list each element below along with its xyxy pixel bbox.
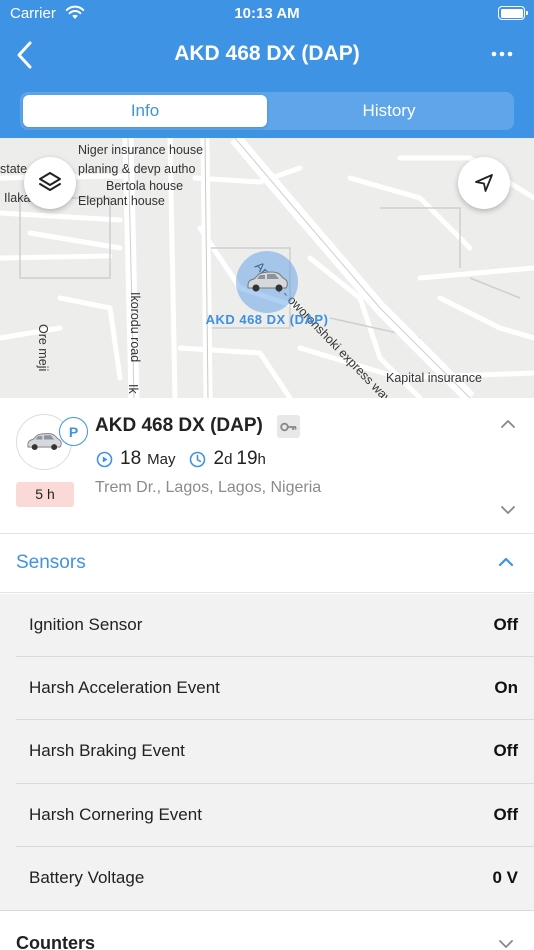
sensor-value: Off <box>493 804 518 824</box>
counters-title: Counters <box>16 933 96 950</box>
sensor-row: Ignition Sensor Off <box>16 594 534 658</box>
chevron-down-icon[interactable] <box>498 939 514 949</box>
navigation-arrow-icon <box>475 174 493 192</box>
tab-info[interactable]: Info <box>23 95 267 127</box>
sensor-name: Harsh Braking Event <box>29 741 185 761</box>
map-road-label: Ikorodu road <box>128 292 142 363</box>
car-icon <box>27 433 62 451</box>
more-horizontal-icon <box>491 51 513 57</box>
vehicle-address: Trem Dr., Lagos, Lagos, Nigeria <box>95 479 322 496</box>
sensor-row: Harsh Braking Event Off <box>16 720 534 784</box>
map-road-label: Ore meji <box>36 324 50 372</box>
elapsed-hours-unit: h <box>257 450 266 468</box>
status-bar: Carrier 10:13 AM <box>0 0 534 30</box>
map-road-label: Ik <box>126 384 140 394</box>
map-poi-label: Bertola house <box>106 179 184 193</box>
page-title: AKD 468 DX (DAP) <box>174 42 360 65</box>
last-date-month: May <box>147 450 176 468</box>
sensor-name: Harsh Cornering Event <box>29 804 202 824</box>
sensor-value: Off <box>493 741 518 761</box>
key-icon <box>277 415 300 438</box>
sensor-name: Battery Voltage <box>29 867 145 887</box>
play-circle-icon <box>96 451 113 467</box>
sensor-row: Battery Voltage 0 V <box>16 847 534 910</box>
counters-section-header[interactable]: Counters <box>0 910 534 950</box>
vehicle-card[interactable]: P 5 h AKD 468 DX (DAP) 18 May 2 d 19 h T… <box>0 398 534 534</box>
layers-icon <box>39 172 61 191</box>
vehicle-time-info: 18 May 2 d 19 h <box>96 448 266 470</box>
sensor-row: Harsh Acceleration Event On <box>16 657 534 721</box>
more-button[interactable] <box>490 44 514 64</box>
car-icon <box>247 271 288 292</box>
segmented-control: Info History <box>20 92 514 130</box>
tab-history[interactable]: History <box>267 95 511 127</box>
clock-icon <box>190 451 206 467</box>
elapsed-hours: 19 <box>236 448 258 469</box>
sensor-name: Harsh Acceleration Event <box>29 678 220 698</box>
sensor-list: Ignition Sensor Off Harsh Acceleration E… <box>0 594 534 910</box>
elapsed-days-unit: d <box>224 450 233 468</box>
map-poi-label: Elephant house <box>78 194 165 208</box>
vehicle-map-marker[interactable] <box>236 251 298 313</box>
map-poi-label: planing & devp autho <box>78 162 196 176</box>
map-poi-label: Kapital insurance <box>386 371 482 385</box>
clock: 10:13 AM <box>234 5 300 22</box>
chevron-up-icon[interactable] <box>500 419 516 429</box>
sensor-value: Off <box>493 615 518 634</box>
elapsed-days: 2 <box>213 448 225 469</box>
vehicle-name: AKD 468 DX (DAP) <box>95 415 263 436</box>
chevron-left-icon <box>17 41 32 69</box>
map-poi-label: Niger insurance house <box>78 143 204 157</box>
sensors-title: Sensors <box>16 552 86 573</box>
sensor-name: Ignition Sensor <box>29 615 143 634</box>
sensor-value: 0 V <box>492 867 518 887</box>
back-button[interactable] <box>12 38 40 72</box>
battery-icon <box>498 6 528 20</box>
duration-badge: 5 h <box>16 482 74 507</box>
app-header: Carrier 10:13 AM AKD 468 DX (DAP) Info H… <box>0 0 534 138</box>
vehicle-map-label: AKD 468 DX (DAP) <box>205 312 329 327</box>
sensor-row: Harsh Cornering Event Off <box>16 784 534 847</box>
sensors-section-header[interactable]: Sensors <box>0 535 534 593</box>
locate-button[interactable] <box>458 157 510 209</box>
chevron-up-icon[interactable] <box>498 557 514 567</box>
map-poi-label: state <box>0 162 28 176</box>
sensor-value: On <box>494 678 518 698</box>
layers-button[interactable] <box>24 157 76 209</box>
last-date-day: 18 <box>120 448 142 469</box>
parked-status-badge: P <box>59 417 88 446</box>
chevron-down-icon[interactable] <box>500 505 516 515</box>
